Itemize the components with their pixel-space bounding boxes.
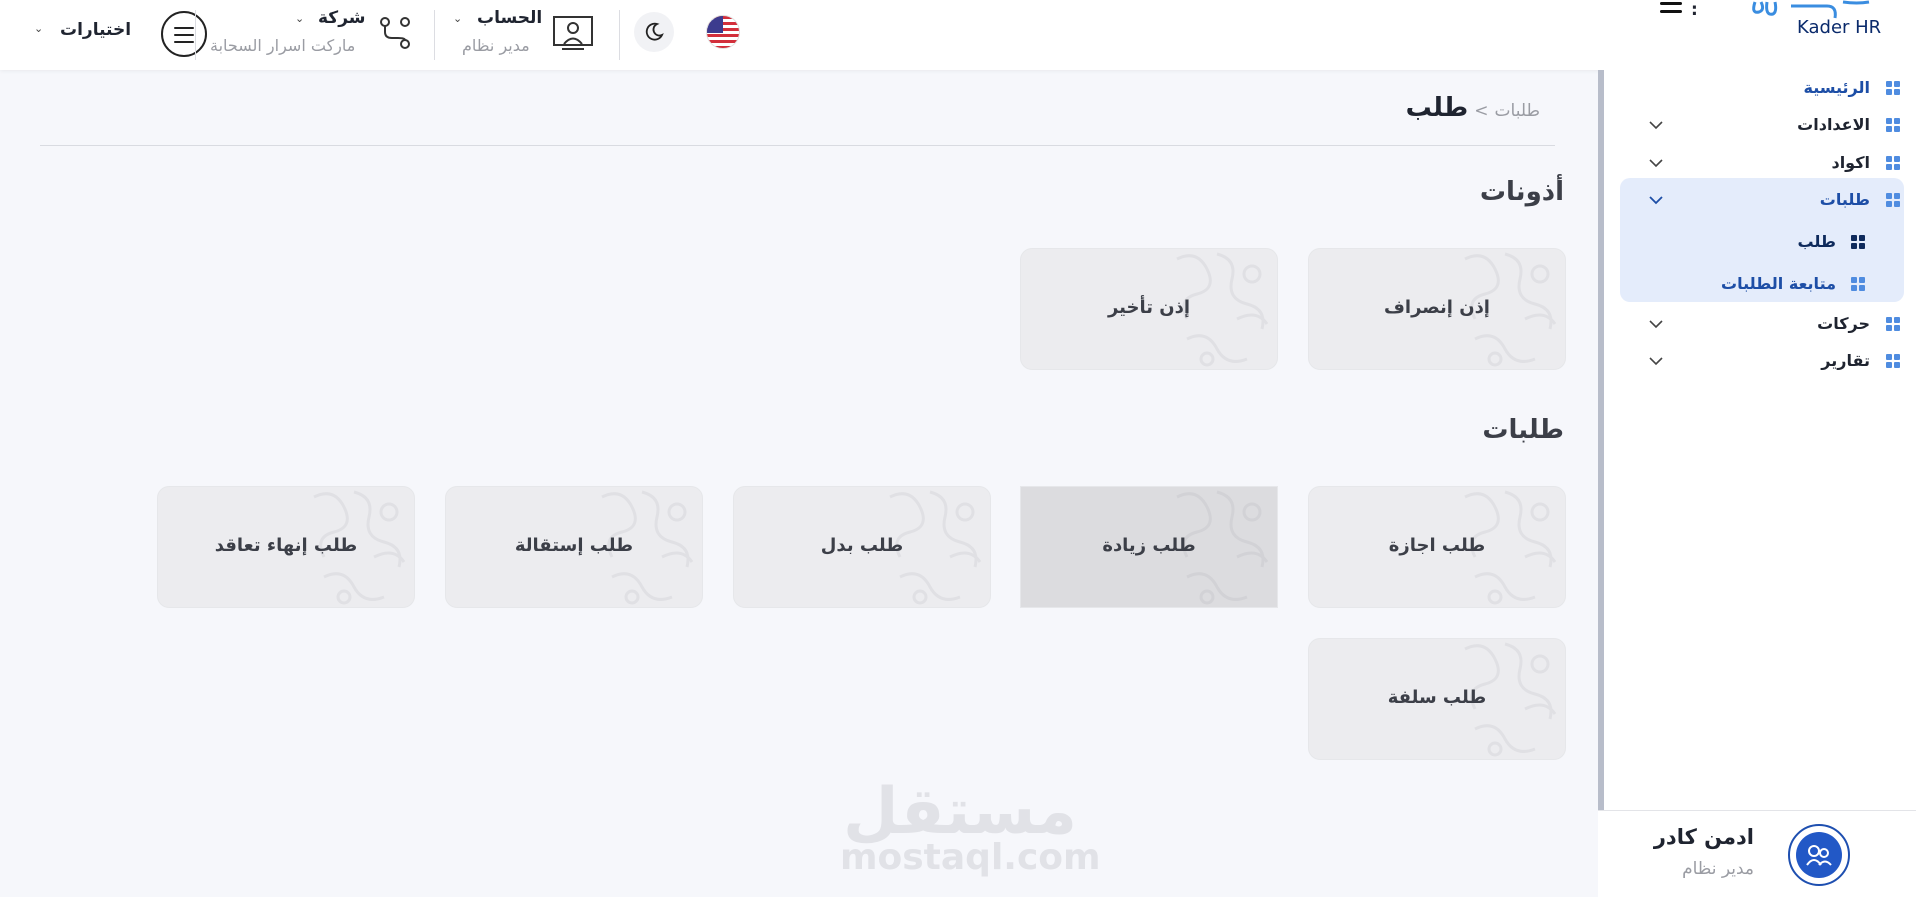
card-late-permission[interactable]: إذن تأخير xyxy=(1020,248,1278,370)
card-label: طلب إنهاء تعاقد xyxy=(214,535,358,556)
chevron-down-icon[interactable] xyxy=(1648,155,1664,171)
team-icon xyxy=(1806,845,1832,866)
options-menu[interactable]: ⌄ اختيارات xyxy=(28,0,207,64)
divider xyxy=(195,10,196,60)
section-title-permissions: أذونات xyxy=(1479,177,1564,207)
card-resignation-request[interactable]: طلب إستقالة xyxy=(445,486,703,608)
grid-icon xyxy=(1886,354,1900,368)
sidebar-subitem-label: متابعة الطلبات xyxy=(1721,274,1836,293)
card-leave-permission[interactable]: إذن إنصراف xyxy=(1308,248,1566,370)
sidebar-item-label: اكواد xyxy=(1831,153,1870,172)
sidebar-item-label: الرئيسية xyxy=(1803,78,1871,97)
card-label: طلب زيادة xyxy=(1102,535,1196,556)
watermark-latin: mostaql.com xyxy=(840,837,1101,878)
divider xyxy=(434,10,435,60)
user-profile-card[interactable]: ادمن كادر مدير نظام xyxy=(1598,810,1916,897)
chevron-down-icon: ⌄ xyxy=(34,22,44,35)
sidebar-toggle[interactable]: : xyxy=(1655,0,1700,24)
company-title: شركة xyxy=(318,8,366,28)
us-flag-icon[interactable] xyxy=(706,15,740,49)
chevron-down-icon[interactable] xyxy=(1648,192,1664,208)
sidebar-item-codes[interactable]: اكواد xyxy=(1626,145,1908,181)
sidebar-subitem-label: طلب xyxy=(1797,232,1836,251)
card-allowance-request[interactable]: طلب بدل xyxy=(733,486,991,608)
breadcrumb-parent-link[interactable]: طلبات xyxy=(1495,101,1540,121)
avatar[interactable] xyxy=(1788,824,1850,886)
card-contract-termination-request[interactable]: طلب إنهاء تعاقد xyxy=(157,486,415,608)
chevron-down-icon[interactable] xyxy=(1648,353,1664,369)
sidebar-subitem-request[interactable]: طلب xyxy=(1626,224,1896,260)
grid-icon xyxy=(1851,235,1865,249)
options-label: اختيارات xyxy=(60,20,132,40)
sidebar-item-home[interactable]: الرئيسية xyxy=(1626,70,1908,106)
watermark: مستقل mostaql.com xyxy=(840,775,1101,880)
sidebar-item-label: طلبات xyxy=(1819,190,1870,209)
logo-text: Kader HR xyxy=(1797,17,1882,38)
sidebar-item-label: حركات xyxy=(1817,314,1870,333)
section-title-requests: طلبات xyxy=(1482,415,1564,445)
account-title: الحساب xyxy=(477,8,543,28)
card-label: طلب سلفة xyxy=(1387,687,1487,708)
company-switcher[interactable]: شركة ⌄ ماركت اسرار السحابة xyxy=(205,0,435,64)
hamburger-icon xyxy=(1660,2,1682,5)
branch-icon xyxy=(380,17,410,49)
sidebar-item-requests[interactable]: طلبات xyxy=(1626,182,1908,218)
breadcrumb-separator: > xyxy=(1474,101,1489,121)
grid-icon xyxy=(1886,118,1900,132)
grid-icon xyxy=(1886,193,1900,207)
sidebar: الرئيسية الاعدادات اكواد طلبات طلب متابع… xyxy=(1598,70,1916,810)
sidebar-item-label: تقارير xyxy=(1821,351,1870,370)
card-label: طلب بدل xyxy=(820,535,904,556)
card-label: طلب اجازة xyxy=(1388,535,1486,556)
sidebar-item-movements[interactable]: حركات xyxy=(1626,306,1908,342)
card-raise-request[interactable]: طلب زيادة xyxy=(1020,486,1278,608)
divider xyxy=(619,10,620,60)
breadcrumb: طلبات >طلب xyxy=(1406,93,1540,123)
chevron-down-icon[interactable] xyxy=(1648,117,1664,133)
menu-icon[interactable] xyxy=(161,11,207,57)
user-name: ادمن كادر xyxy=(1653,825,1754,849)
sidebar-item-settings[interactable]: الاعدادات xyxy=(1626,107,1908,143)
chevron-down-icon[interactable] xyxy=(1648,316,1664,332)
sidebar-subitem-follow-requests[interactable]: متابعة الطلبات xyxy=(1626,266,1896,302)
page-title: طلب xyxy=(1405,93,1469,123)
moon-icon xyxy=(645,22,664,41)
top-header: ⌄ اختيارات شركة ⌄ ماركت اسرار السحابة ال… xyxy=(0,0,1916,70)
divider xyxy=(40,145,1555,146)
sidebar-item-reports[interactable]: تقارير xyxy=(1626,343,1908,379)
account-menu[interactable]: الحساب ⌄ مدير نظام xyxy=(445,0,615,64)
sidebar-item-label: الاعدادات xyxy=(1797,115,1870,134)
card-label: إذن إنصراف xyxy=(1384,297,1490,318)
grid-icon xyxy=(1886,156,1900,170)
user-role: مدير نظام xyxy=(1682,859,1754,879)
account-monitor-icon xyxy=(553,16,593,50)
card-label: إذن تأخير xyxy=(1107,297,1191,318)
account-role: مدير نظام xyxy=(462,36,530,55)
grid-icon xyxy=(1886,81,1900,95)
card-label: طلب إستقالة xyxy=(514,535,634,556)
hamburger-bar xyxy=(1660,10,1682,13)
theme-toggle-button[interactable] xyxy=(634,12,674,52)
chevron-down-icon: ⌄ xyxy=(453,12,463,25)
card-vacation-request[interactable]: طلب اجازة xyxy=(1308,486,1566,608)
company-name: ماركت اسرار السحابة xyxy=(210,36,356,55)
menu-colon: : xyxy=(1691,0,1698,20)
card-advance-request[interactable]: طلب سلفة xyxy=(1308,638,1566,760)
chevron-down-icon: ⌄ xyxy=(295,12,305,25)
grid-icon xyxy=(1851,277,1865,291)
grid-icon xyxy=(1886,317,1900,331)
